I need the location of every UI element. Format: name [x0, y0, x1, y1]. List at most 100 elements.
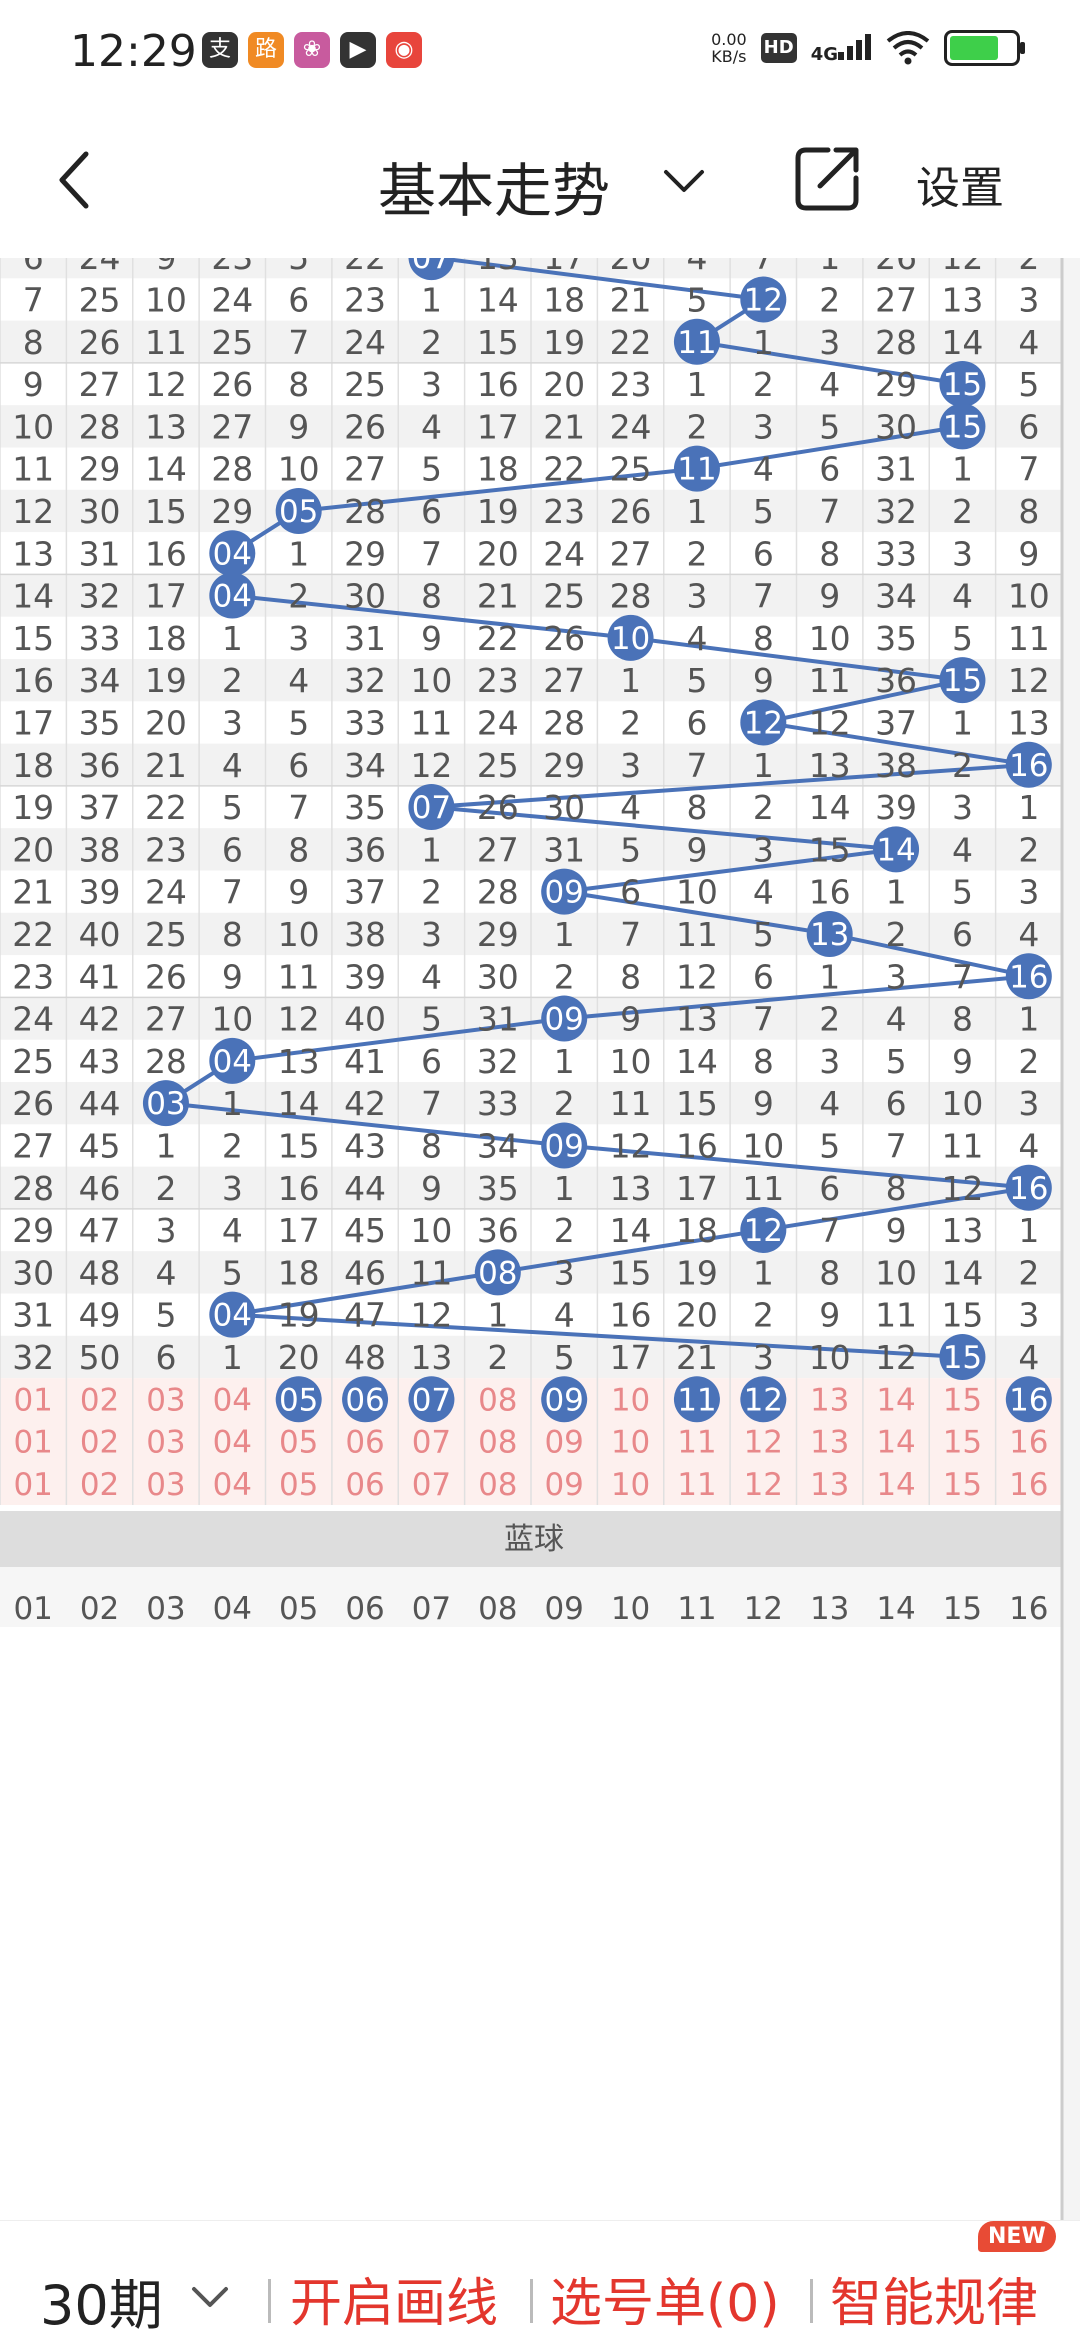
table-cell: 13 [809, 746, 851, 785]
table-cell: 38 [344, 915, 386, 954]
table-cell: 2 [1018, 1253, 1039, 1292]
table-cell: 4 [421, 407, 442, 446]
periods-selector[interactable]: 30期 [40, 2261, 163, 2340]
stat-cell: 08 [478, 1467, 517, 1503]
table-cell: 17 [145, 577, 187, 616]
table-cell: 1 [222, 1338, 243, 1377]
stat-cell: 15 [943, 1425, 982, 1461]
stat-cell: 14 [876, 1467, 915, 1503]
signal-4g-icon: 4G [811, 32, 872, 65]
smart-rule-button[interactable]: 智能规律 [830, 2261, 1038, 2336]
table-cell: 5 [288, 258, 309, 277]
table-cell: 27 [211, 407, 253, 446]
table-cell: 7 [421, 1084, 442, 1123]
stat-ball-label: 16 [1009, 1382, 1048, 1418]
scrollbar-track[interactable] [1062, 258, 1080, 2220]
table-cell: 45 [79, 1126, 121, 1165]
table-cell: 17 [543, 258, 585, 277]
table-cell: 12 [1008, 661, 1050, 700]
status-app-icons: 支路 ❀ ▶ ◉ [202, 32, 422, 68]
hit-ball-label: 03 [146, 1086, 185, 1122]
table-cell: 16 [676, 1126, 718, 1165]
table-cell: 11 [410, 1253, 452, 1292]
hit-ball-label: 08 [478, 1255, 517, 1291]
bottom-toolbar: 30期 开启画线 选号单(0) 智能规律 NEW [0, 2220, 1080, 2350]
table-cell: 34 [875, 577, 917, 616]
table-cell: 23 [344, 280, 386, 319]
photo-app-icon: ❀ [294, 32, 330, 68]
stat-cell: 01 [13, 1382, 52, 1418]
chevron-down-icon[interactable] [188, 2283, 232, 2313]
table-cell: 20 [278, 1338, 320, 1377]
chevron-down-icon[interactable] [660, 164, 708, 200]
table-cell: 23 [610, 365, 652, 404]
table-cell: 19 [543, 323, 585, 362]
table-cell: 1 [1018, 1211, 1039, 1250]
stat-cell: 03 [146, 1425, 185, 1461]
table-cell: 16 [610, 1296, 652, 1335]
table-cell: 15 [145, 492, 187, 531]
table-cell: 2 [554, 957, 575, 996]
stat-cell: 10 [611, 1467, 650, 1503]
table-cell: 11 [1008, 619, 1050, 658]
table-cell: 5 [421, 1000, 442, 1039]
stat-cell: 08 [478, 1382, 517, 1418]
table-cell: 5 [686, 280, 707, 319]
share-icon[interactable] [792, 144, 862, 214]
table-cell: 12 [610, 1126, 652, 1165]
hit-ball-label: 04 [213, 536, 252, 572]
table-cell: 16 [477, 365, 519, 404]
hit-ball-label: 11 [677, 452, 716, 488]
stat-cell: 04 [213, 1467, 252, 1503]
table-cell: 28 [145, 1042, 187, 1081]
table-cell: 24 [344, 323, 386, 362]
table-cell: 2 [952, 746, 973, 785]
trend-chart[interactable]: 6249235220713172047126122725102462311418… [0, 258, 1080, 2220]
settings-button[interactable]: 设置 [916, 152, 1004, 216]
stat-ball-label: 12 [744, 1382, 783, 1418]
table-cell: 1 [554, 1042, 575, 1081]
table-cell: 9 [753, 661, 774, 700]
table-cell: 25 [610, 450, 652, 489]
hit-ball-label: 12 [744, 1213, 783, 1249]
table-cell: 25 [12, 1042, 54, 1081]
table-cell: 32 [344, 661, 386, 700]
table-cell: 25 [211, 323, 253, 362]
table-cell: 43 [79, 1042, 121, 1081]
table-cell: 6 [952, 915, 973, 954]
table-cell: 3 [1018, 1084, 1039, 1123]
table-cell: 13 [610, 1169, 652, 1208]
table-cell: 1 [554, 1169, 575, 1208]
table-cell: 1 [686, 365, 707, 404]
page-title[interactable]: 基本走势 [378, 144, 610, 228]
table-cell: 15 [278, 1126, 320, 1165]
table-cell: 11 [676, 915, 718, 954]
table-cell: 31 [344, 619, 386, 658]
table-cell: 17 [477, 407, 519, 446]
table-cell: 27 [12, 1126, 54, 1165]
table-cell: 3 [155, 1211, 176, 1250]
table-cell: 3 [288, 619, 309, 658]
stat-cell: 03 [146, 1467, 185, 1503]
table-cell: 2 [1018, 1042, 1039, 1081]
table-cell: 21 [477, 577, 519, 616]
table-cell: 13 [1008, 703, 1050, 742]
table-cell: 28 [79, 407, 121, 446]
table-cell: 27 [79, 365, 121, 404]
table-cell: 5 [222, 1253, 243, 1292]
table-cell: 2 [1018, 258, 1039, 277]
number-list-button[interactable]: 选号单(0) [550, 2261, 780, 2336]
table-cell: 22 [610, 323, 652, 362]
battery-icon [944, 30, 1025, 66]
table-cell: 10 [211, 1000, 253, 1039]
blue-table-cell: 10 [611, 1591, 650, 1627]
hd-icon: HD [760, 33, 797, 63]
table-cell: 1 [753, 1253, 774, 1292]
back-icon[interactable] [40, 140, 110, 220]
table-cell: 10 [941, 1084, 983, 1123]
table-cell: 1 [686, 492, 707, 531]
tv-app-icon: ◉ [386, 32, 422, 68]
draw-line-button[interactable]: 开启画线 [290, 2261, 498, 2336]
table-cell: 28 [477, 873, 519, 912]
hit-ball-label: 09 [544, 1128, 583, 1164]
